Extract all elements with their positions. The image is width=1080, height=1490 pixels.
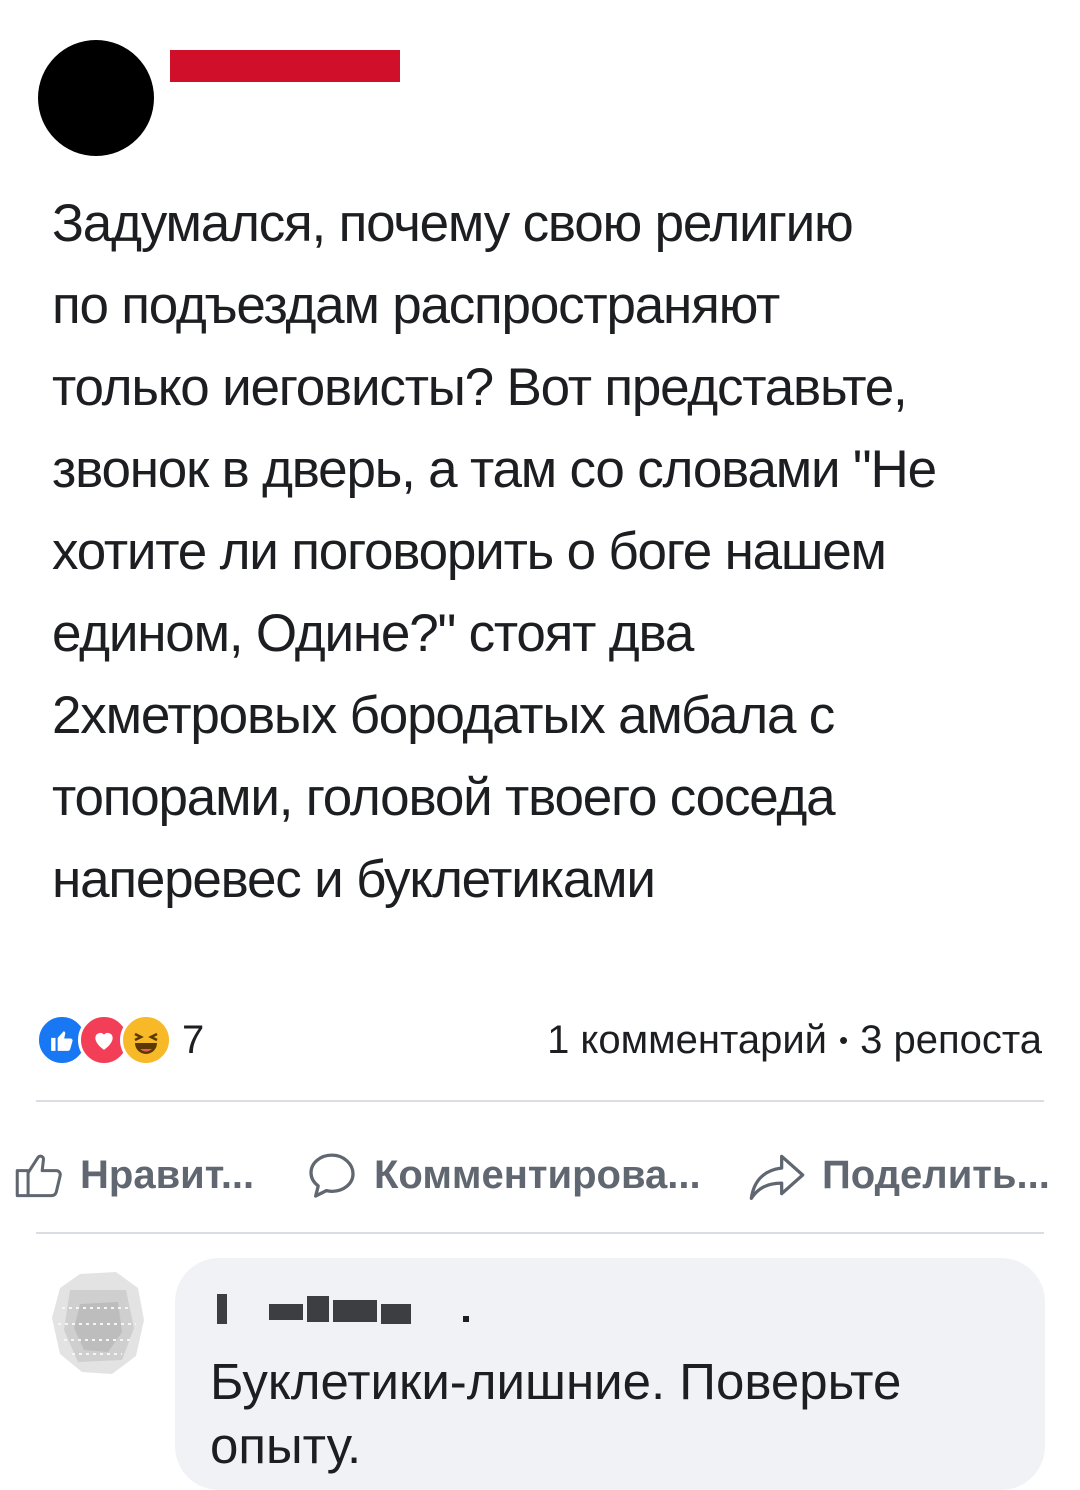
comment-text: Буклетики-лишние. Поверьте опыту. [210,1353,902,1474]
reactions-summary[interactable]: 7 [36,1010,204,1070]
post-text-line: Задумался, почему свою религию [52,194,854,253]
divider [36,1232,1044,1234]
comment-bubble: Буклетики-лишние. Поверьте опыту. [175,1258,1045,1490]
like-button-label: Нравит... [80,1152,255,1197]
post-text-line: наперевес и буклетиками [52,850,656,909]
comment-button-label: Комментирова... [374,1152,701,1197]
comment-count[interactable]: 1 комментарий [547,1018,827,1063]
commenter-avatar[interactable] [42,1268,154,1380]
post-actions-bar: Нравит... Комментирова... Поделить... [0,1130,1080,1220]
post-text: Задумался, почему свою религию по подъез… [52,183,1042,921]
comment-button[interactable]: Комментирова... [304,1130,701,1220]
post-text-line: топорами, головой твоего соседа [52,768,836,827]
reaction-count: 7 [182,1017,205,1062]
post-author-name-redacted[interactable] [170,50,400,82]
like-button[interactable]: Нравит... [14,1130,254,1220]
divider [36,1100,1044,1102]
share-icon [749,1154,805,1200]
post-text-line: по подъездам распространяют [52,276,780,335]
post-text-line: 2хметровых бородатых амбала с [52,686,835,745]
stats-separator: • [839,1024,849,1055]
post-author-avatar[interactable] [38,40,154,156]
share-button-label: Поделить... [822,1152,1050,1197]
post-text-line: только иеговисты? Вот представьте, [52,358,908,417]
share-count[interactable]: 3 репоста [860,1018,1042,1063]
share-button[interactable]: Поделить... [746,1130,1050,1220]
commenter-name-redacted[interactable] [213,1286,483,1336]
haha-icon [120,1014,172,1066]
post-text-line: звонок в дверь, а там со словами "Не [52,440,937,499]
comment-icon [309,1153,355,1198]
post-stats: 1 комментарий • 3 репоста [547,1010,1042,1070]
post-text-line: едином, Одине?" стоят два [52,604,694,663]
thumbs-up-icon [15,1154,62,1198]
post-text-line: хотите ли поговорить о боге нашем [52,522,887,581]
